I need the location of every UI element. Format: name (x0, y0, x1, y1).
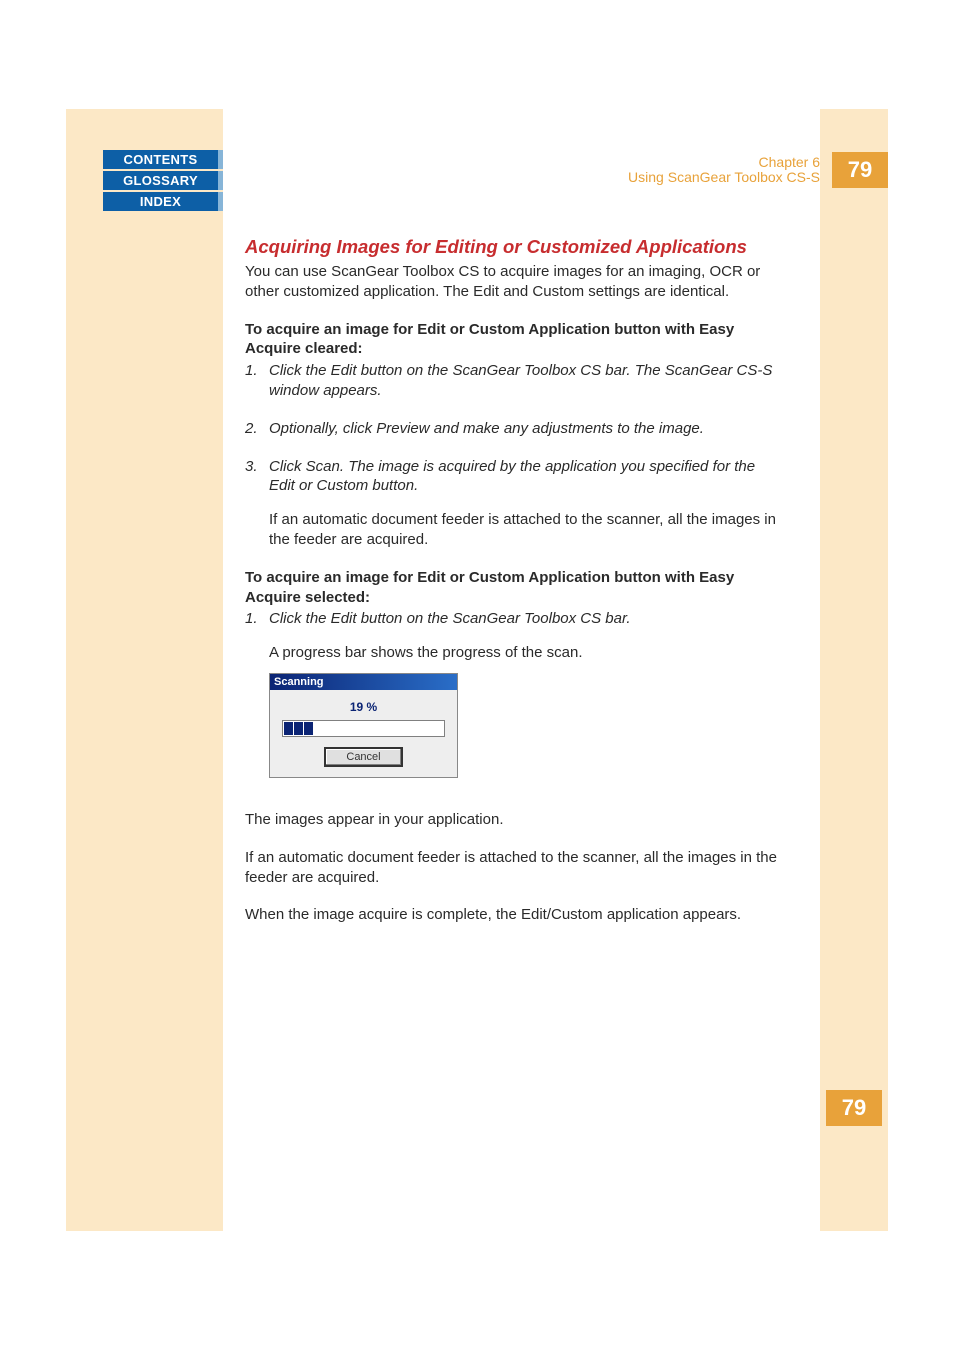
chapter-label: Chapter 6 (628, 155, 820, 170)
after-text-2: If an automatic document feeder is attac… (245, 848, 785, 888)
chapter-subtitle: Using ScanGear Toolbox CS-S (628, 170, 820, 185)
section-title: Acquiring Images for Editing or Customiz… (245, 236, 785, 258)
procedure1-step3-note: If an automatic document feeder is attac… (269, 510, 785, 550)
progress-percent-label: 19 % (282, 700, 445, 714)
step-number: 3. (245, 457, 269, 497)
after-text-3: When the image acquire is complete, the … (245, 905, 785, 925)
progress-segment (304, 722, 313, 735)
procedure2-step1: 1. Click the Edit button on the ScanGear… (245, 609, 785, 629)
nav-index-button[interactable]: INDEX (103, 192, 223, 211)
step-text: Click the Edit button on the ScanGear To… (269, 609, 785, 629)
procedure1-step2: 2. Optionally, click Preview and make an… (245, 419, 785, 439)
step-text: Click the Edit button on the ScanGear To… (269, 361, 785, 401)
step-number: 1. (245, 609, 269, 629)
page-number-badge-bottom: 79 (826, 1090, 882, 1126)
step-text: Optionally, click Preview and make any a… (269, 419, 785, 439)
step-number: 2. (245, 419, 269, 439)
procedure2-step1-note: A progress bar shows the progress of the… (269, 643, 785, 663)
progress-segment (294, 722, 303, 735)
dialog-titlebar: Scanning (270, 674, 457, 690)
progress-segment (284, 722, 293, 735)
after-text-1: The images appear in your application. (245, 810, 785, 830)
procedure1-step3: 3. Click Scan. The image is acquired by … (245, 457, 785, 497)
main-content: Acquiring Images for Editing or Customiz… (245, 236, 785, 943)
procedure2-heading: To acquire an image for Edit or Custom A… (245, 568, 785, 608)
nav-contents-button[interactable]: CONTENTS (103, 150, 223, 169)
left-margin-decoration (66, 109, 223, 1231)
procedure1-heading: To acquire an image for Edit or Custom A… (245, 320, 785, 360)
page-header: Chapter 6 Using ScanGear Toolbox CS-S 79 (628, 152, 888, 188)
scanning-dialog-figure: Scanning 19 % Cancel (269, 673, 458, 778)
page-number-badge-top: 79 (832, 152, 888, 188)
header-text: Chapter 6 Using ScanGear Toolbox CS-S (628, 152, 820, 186)
nav-glossary-button[interactable]: GLOSSARY (103, 171, 223, 190)
procedure1-step1: 1. Click the Edit button on the ScanGear… (245, 361, 785, 401)
right-margin-decoration (820, 109, 888, 1231)
section-intro: You can use ScanGear Toolbox CS to acqui… (245, 262, 785, 302)
nav-button-group: CONTENTS GLOSSARY INDEX (103, 150, 223, 213)
dialog-body: 19 % Cancel (270, 690, 457, 777)
cancel-button[interactable]: Cancel (324, 747, 402, 767)
step-text: Click Scan. The image is acquired by the… (269, 457, 785, 497)
progress-bar (282, 720, 445, 737)
step-number: 1. (245, 361, 269, 401)
